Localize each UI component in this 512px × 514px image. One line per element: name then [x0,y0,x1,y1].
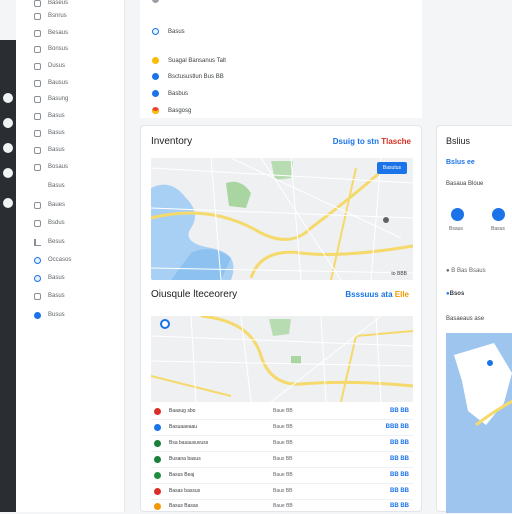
status-dot-icon [152,57,159,64]
sidebar-item[interactable]: Dusus [34,59,65,73]
top-list-panel: Basus Suagal Bansanus Talt Bsctusustlun … [140,0,422,118]
rail-icon-2[interactable] [3,118,13,128]
action-1-button[interactable] [451,208,464,221]
inventory-title: Inventory [151,136,193,147]
doc-icon [34,79,41,87]
doc-icon [34,12,41,20]
sidebar-item[interactable]: Basus [34,179,65,193]
rail-icon-5[interactable] [3,198,13,208]
list-item[interactable]: Basgosg [152,107,191,114]
doc-icon [34,146,41,154]
circle-icon [34,311,41,319]
list-item[interactable]: Basus [152,28,185,35]
sidebar-item[interactable]: Basus [34,109,65,123]
overview-map[interactable] [151,316,413,402]
list-item[interactable] [152,0,168,3]
doc-icon [34,219,41,227]
status-dot-icon [154,423,161,431]
sidebar-item[interactable]: Bosaus [34,160,68,174]
details-tag: ●Bsos [446,291,465,297]
left-rail [0,40,16,512]
details-row[interactable]: ● B Bas Bsaus [446,268,486,274]
action-1-label: Bsaus [449,226,463,232]
doc-icon [34,201,41,209]
sidebar-item[interactable]: Busus [34,308,65,322]
sidebar-item-expandable[interactable]: Baues [34,198,122,212]
status-dot-icon [154,407,161,415]
inventory-map[interactable]: Basutus to BBB [151,158,413,280]
sidebar-item[interactable]: Occasos [34,253,71,267]
sidebar-item[interactable]: Basus [34,126,65,140]
sidebar-item[interactable]: Besaus [34,26,68,40]
map-caption: to BBB [391,271,407,277]
status-dot-icon [152,107,159,114]
sidebar-item[interactable]: Basus [34,289,65,303]
doc-icon [34,163,41,171]
table-row[interactable]: Busana basus Baus BB BB BB [151,451,413,468]
sidebar-item[interactable]: Bonsus [34,42,68,56]
details-panel: Bslius Bslus ee Basaua Bloue Bsaus Basus… [436,125,512,513]
sidebar-item[interactable]: Besus [34,235,65,249]
rail-icon-1[interactable] [3,93,13,103]
action-2-label: Basus [491,226,505,232]
details-map[interactable] [446,333,512,513]
status-dot-icon [152,73,159,80]
overview-title: Oiusqule lteceorery [151,289,238,300]
action-2-button[interactable] [492,208,505,221]
bar-chart-icon [34,238,41,246]
table-row[interactable]: Baasug sbo Baue BB BB BB [151,403,413,420]
doc-icon [34,62,41,70]
status-dot-icon [154,439,161,447]
inventory-link[interactable]: Dsuig to stn Tlasche [333,137,411,146]
doc-icon [34,29,41,37]
rail-icon-3[interactable] [3,143,13,153]
overview-link[interactable]: Bsssuus ata Elle [345,290,409,299]
details-link[interactable]: Bslus ee [446,159,475,166]
doc-icon [34,292,41,300]
table-row[interactable]: Bsa basausuvuss Baue BB BB BB [151,435,413,452]
sidebar-item[interactable]: Bausus [34,76,68,90]
doc-icon [34,0,41,7]
status-dot-icon [152,28,159,35]
doc-icon [34,112,41,120]
sidebar-item[interactable]: Bsdus [34,216,65,230]
circle-icon [34,274,41,282]
status-dot-icon [154,455,161,463]
pin-icon: ● [446,268,450,274]
status-dot-icon [152,0,159,3]
sidebar-item[interactable]: Basus [34,271,65,285]
map-graphic [151,158,413,280]
doc-icon [34,129,41,137]
status-dot-icon [152,90,159,97]
details-subtitle: Basaua Bloue [446,181,484,187]
map-action-button[interactable]: Basutus [376,162,407,174]
sidebar-item[interactable]: Basung [34,92,68,106]
inventory-card: Inventory Dsuig to stn Tlasche Basutus t… [140,125,422,512]
table-row[interactable]: Basuaaeaau Baue BB BBB BB [151,419,413,436]
map-graphic [446,333,512,513]
sidebar-item[interactable]: Bsnrus [34,9,67,23]
details-title: Bslius [446,136,471,146]
status-dot-icon [154,502,161,510]
sidebar: Baseus Bsnrus Besaus Bonsus Dusus Bausus… [16,0,125,512]
list-item[interactable]: Basbus [152,90,188,97]
status-dot-icon [154,471,161,479]
list-item[interactable]: Bsctusustlun Bus BB [152,73,224,80]
map-graphic [151,316,413,402]
rail-icon-4[interactable] [3,168,13,178]
details-section: Basaeaus ase [446,316,485,322]
circle-icon [34,256,41,264]
list-item[interactable]: Suagal Bansanus Talt [152,57,226,64]
sidebar-item[interactable]: Basus [34,143,65,157]
doc-icon [34,95,41,103]
doc-icon [34,45,41,53]
table-row[interactable]: Basus Beaj Baue BB BB BB [151,467,413,484]
status-dot-icon [154,487,161,495]
